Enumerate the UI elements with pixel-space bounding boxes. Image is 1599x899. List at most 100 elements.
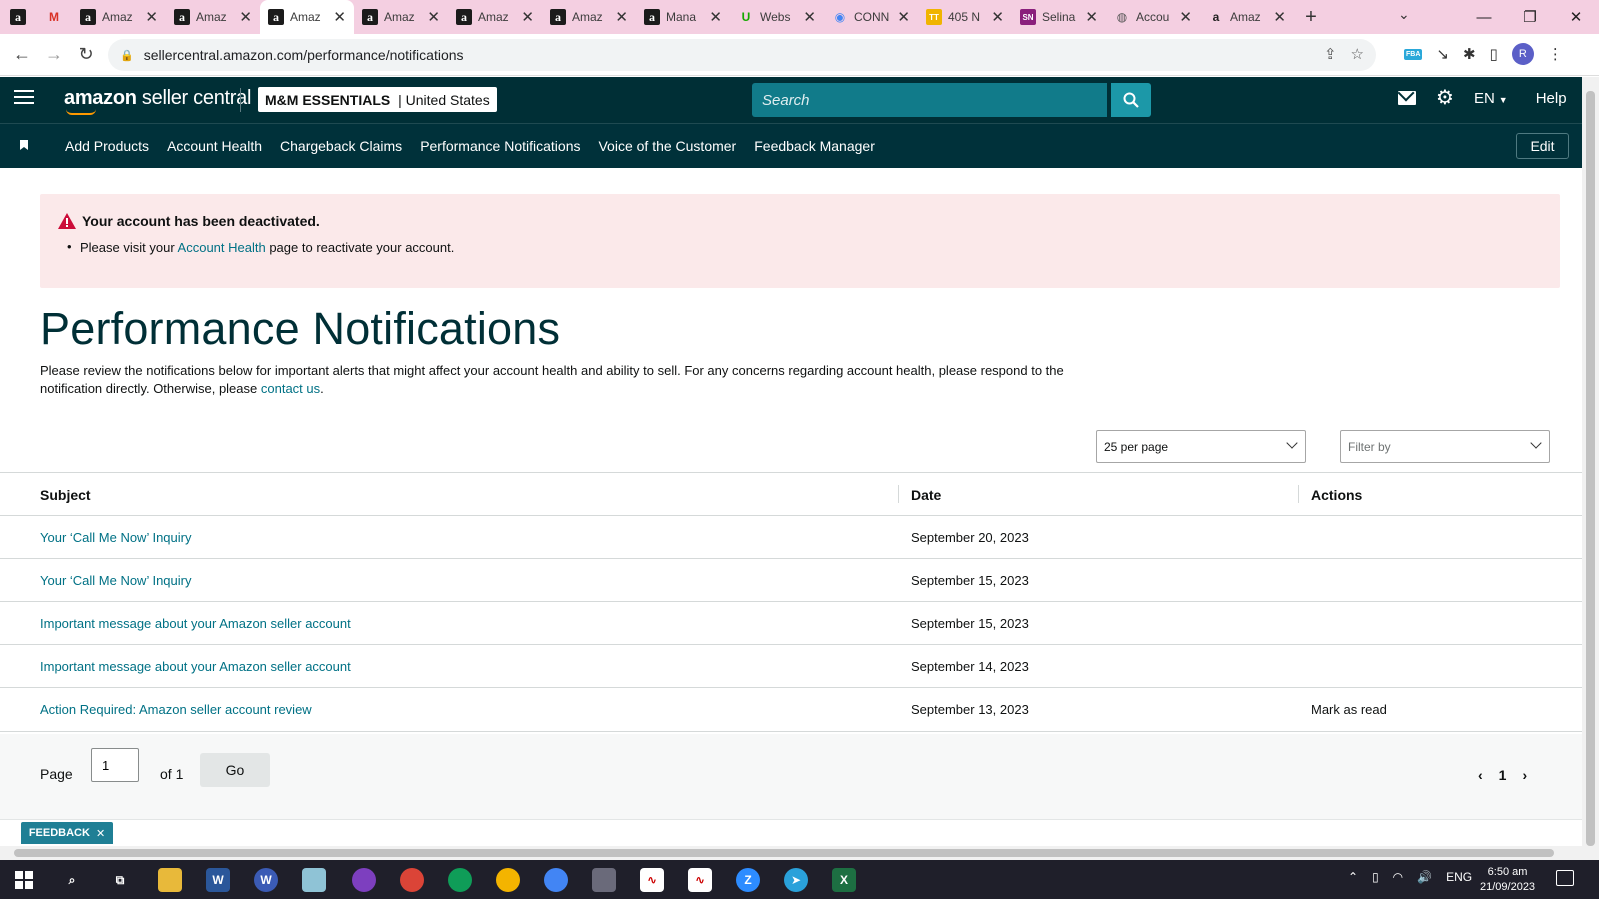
battery-icon[interactable]: ▯ xyxy=(1372,870,1379,884)
app-icon[interactable]: ∿ xyxy=(688,868,712,892)
browser-tab[interactable]: ◍ Accou ✕ xyxy=(1106,0,1200,34)
forward-icon[interactable]: → xyxy=(38,44,70,65)
close-tab-icon[interactable]: ✕ xyxy=(897,8,910,26)
minimize-icon[interactable]: — xyxy=(1461,9,1507,26)
column-header-date[interactable]: Date xyxy=(911,487,941,503)
gear-icon[interactable]: ⚙ xyxy=(1436,88,1454,108)
close-tab-icon[interactable]: ✕ xyxy=(991,8,1004,26)
mark-as-read-action[interactable]: Mark as read xyxy=(1311,702,1387,717)
bookmark-icon[interactable] xyxy=(20,140,28,150)
chrome-profile-icon[interactable] xyxy=(496,868,520,892)
close-tab-icon[interactable]: ✕ xyxy=(521,8,534,26)
account-health-link[interactable]: Account Health xyxy=(178,240,266,255)
bookmark-star-icon[interactable]: ☆ xyxy=(1351,45,1364,63)
close-tab-icon[interactable]: ✕ xyxy=(145,8,158,26)
page-number-input[interactable] xyxy=(91,748,139,782)
nav-link[interactable]: Performance Notifications xyxy=(420,138,580,154)
wps-icon[interactable]: W xyxy=(254,868,278,892)
close-tab-icon[interactable]: ✕ xyxy=(803,8,816,26)
close-tab-icon[interactable]: ✕ xyxy=(615,8,628,26)
browser-tab[interactable]: a xyxy=(0,0,36,34)
nav-link[interactable]: Chargeback Claims xyxy=(280,138,402,154)
notification-subject-link[interactable]: Your ‘Call Me Now’ Inquiry xyxy=(40,573,192,588)
close-tab-icon[interactable]: ✕ xyxy=(333,8,346,26)
nav-link[interactable]: Account Health xyxy=(167,138,262,154)
tab-search-icon[interactable]: ⌄ xyxy=(1398,6,1410,23)
app-icon[interactable]: ∿ xyxy=(640,868,664,892)
browser-tab[interactable]: a Mana ✕ xyxy=(636,0,730,34)
restore-icon[interactable]: ❐ xyxy=(1507,8,1553,26)
horizontal-scrollbar[interactable] xyxy=(0,846,1582,860)
browser-tab[interactable]: M xyxy=(36,0,72,34)
url-field[interactable]: 🔒 sellercentral.amazon.com/performance/n… xyxy=(108,39,1376,71)
chrome-profile-icon[interactable] xyxy=(544,868,568,892)
close-icon[interactable]: ✕ xyxy=(96,827,105,840)
feedback-button[interactable]: FEEDBACK ✕ xyxy=(21,822,113,844)
browser-menu-icon[interactable]: ⋮ xyxy=(1548,45,1563,63)
browser-tab[interactable]: a Amaz ✕ xyxy=(72,0,166,34)
zoom-icon[interactable]: Z xyxy=(736,868,760,892)
account-switcher[interactable]: M&M ESSENTIALS | United States xyxy=(258,87,497,112)
notification-subject-link[interactable]: Important message about your Amazon sell… xyxy=(40,659,351,674)
nav-link[interactable]: Add Products xyxy=(65,138,149,154)
telegram-icon[interactable]: ➤ xyxy=(784,868,808,892)
edit-nav-button[interactable]: Edit xyxy=(1516,133,1569,159)
close-tab-icon[interactable]: ✕ xyxy=(1085,8,1098,26)
browser-tab[interactable]: ◉ CONN ✕ xyxy=(824,0,918,34)
vertical-scrollbar[interactable] xyxy=(1582,77,1599,860)
notification-subject-link[interactable]: Important message about your Amazon sell… xyxy=(40,616,351,631)
browser-tab[interactable]: U Webs ✕ xyxy=(730,0,824,34)
nav-link[interactable]: Voice of the Customer xyxy=(598,138,736,154)
mail-icon[interactable] xyxy=(1398,91,1416,105)
vertical-scrollbar-thumb[interactable] xyxy=(1586,91,1595,846)
contact-us-link[interactable]: contact us xyxy=(261,381,320,396)
close-window-icon[interactable]: ✕ xyxy=(1553,8,1599,26)
chrome-profile-icon[interactable] xyxy=(448,868,472,892)
close-tab-icon[interactable]: ✕ xyxy=(427,8,440,26)
page-number-link[interactable]: 1 xyxy=(1499,767,1507,783)
close-tab-icon[interactable]: ✕ xyxy=(1179,8,1192,26)
nav-link[interactable]: Feedback Manager xyxy=(754,138,875,154)
notification-subject-link[interactable]: Your ‘Call Me Now’ Inquiry xyxy=(40,530,192,545)
next-page-icon[interactable]: › xyxy=(1522,767,1527,783)
windows-start-icon[interactable] xyxy=(12,868,36,892)
taskbar-search-icon[interactable]: ⌕ xyxy=(60,868,84,892)
back-icon[interactable]: ← xyxy=(6,44,38,65)
column-header-subject[interactable]: Subject xyxy=(40,487,91,503)
notification-center-icon[interactable] xyxy=(1556,870,1574,886)
filter-select[interactable]: Filter by xyxy=(1340,430,1550,463)
reload-icon[interactable]: ↻ xyxy=(70,44,102,65)
horizontal-scrollbar-thumb[interactable] xyxy=(14,849,1554,857)
per-page-select[interactable]: 25 per page xyxy=(1096,430,1306,463)
tray-chevron-icon[interactable]: ⌃ xyxy=(1348,870,1358,884)
calculator-icon[interactable] xyxy=(592,868,616,892)
word-icon[interactable]: W xyxy=(206,868,230,892)
close-tab-icon[interactable]: ✕ xyxy=(1273,8,1286,26)
close-tab-icon[interactable]: ✕ xyxy=(239,8,252,26)
language-selector[interactable]: EN ▼ xyxy=(1474,90,1508,107)
hamburger-menu-icon[interactable] xyxy=(14,90,34,108)
browser-tab[interactable]: SN Selina ✕ xyxy=(1012,0,1106,34)
browser-tab[interactable]: TT 405 N ✕ xyxy=(918,0,1012,34)
browser-tab[interactable]: a Amaz ✕ xyxy=(260,0,354,34)
language-indicator[interactable]: ENG xyxy=(1446,870,1472,884)
notification-subject-link[interactable]: Action Required: Amazon seller account r… xyxy=(40,702,312,717)
new-tab-icon[interactable]: + xyxy=(1294,6,1328,29)
browser-tab[interactable]: a Amaz ✕ xyxy=(354,0,448,34)
share-icon[interactable]: ⇪ xyxy=(1324,45,1337,63)
extensions-puzzle-icon[interactable]: ✱ xyxy=(1463,45,1476,63)
file-explorer-icon[interactable] xyxy=(158,868,182,892)
seller-central-logo[interactable]: amazon seller central xyxy=(64,87,251,115)
browser-tab[interactable]: a Amaz ✕ xyxy=(542,0,636,34)
browser-tab[interactable]: a Amaz ✕ xyxy=(448,0,542,34)
help-link[interactable]: Help xyxy=(1536,90,1567,107)
fba-extension-icon[interactable]: FBA xyxy=(1404,48,1423,60)
task-view-icon[interactable]: ⧉ xyxy=(108,868,132,892)
previous-page-icon[interactable]: ‹ xyxy=(1478,767,1483,783)
excel-icon[interactable]: X xyxy=(832,868,856,892)
close-tab-icon[interactable]: ✕ xyxy=(709,8,722,26)
profile-avatar[interactable]: R xyxy=(1511,43,1534,65)
side-panel-icon[interactable]: ▯ xyxy=(1490,45,1498,63)
volume-icon[interactable]: 🔊 xyxy=(1417,870,1432,884)
search-button[interactable] xyxy=(1111,83,1151,117)
